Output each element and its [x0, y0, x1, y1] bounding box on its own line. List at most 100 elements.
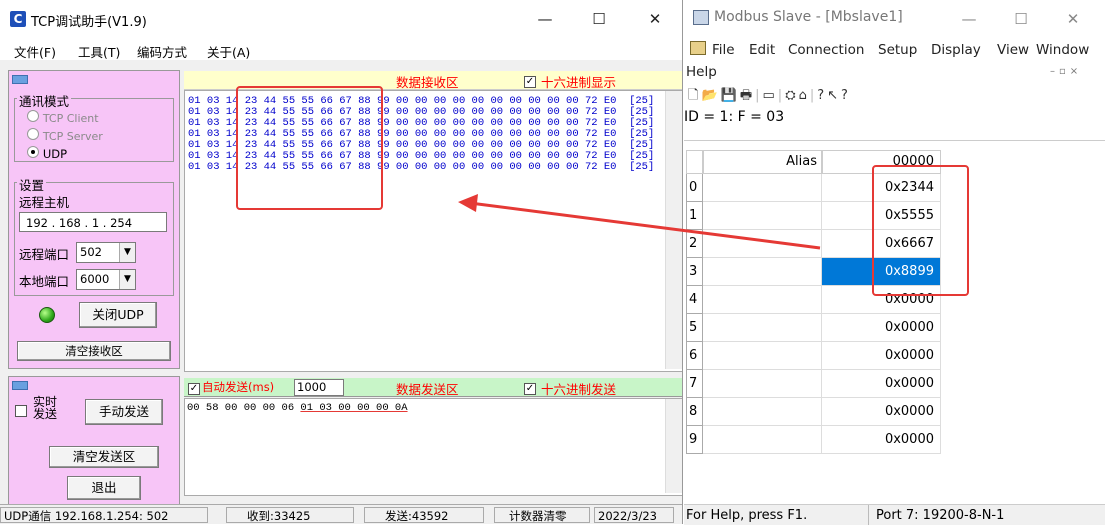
radio-udp[interactable]: UDP: [27, 146, 67, 161]
comm-mode-title: 通讯模式: [17, 91, 72, 110]
radio-tcp-client[interactable]: TCP Client: [27, 110, 99, 125]
status-led-icon: [39, 307, 55, 323]
close-button[interactable]: ✕: [632, 6, 678, 32]
menu-file[interactable]: File: [712, 42, 735, 58]
radio-selected-icon: [27, 146, 39, 158]
send-textarea[interactable]: 00 58 00 00 00 06 01 03 00 00 00 0A: [184, 398, 682, 496]
remote-port-select[interactable]: 502 ▼: [76, 242, 136, 263]
status-bar: For Help, press F1. Port 7: 19200-8-N-1: [684, 504, 1105, 525]
document-icon: [690, 41, 706, 55]
alias-cell[interactable]: [703, 398, 822, 426]
realtime-send-checkbox[interactable]: [15, 405, 27, 420]
remote-host-label: 远程主机: [19, 195, 70, 210]
auto-send-label: 自动发送(ms): [202, 380, 275, 394]
panel-grip-icon: [12, 75, 28, 84]
menu-connection[interactable]: Connection: [788, 42, 864, 58]
clear-send-button[interactable]: 清空发送区: [49, 446, 159, 468]
hex-display-checkbox[interactable]: ✓: [524, 73, 536, 88]
context-help-icon[interactable]: ↖?: [827, 88, 851, 103]
row-index: 6: [686, 342, 703, 370]
annotation-box-received: [236, 86, 383, 210]
maximize-button[interactable]: ☐: [998, 6, 1044, 32]
monitor-icon[interactable]: ⌂: [799, 88, 810, 103]
checkbox-checked-icon: ✓: [524, 383, 536, 395]
send-area-title: 数据发送区: [396, 382, 459, 397]
minimize-button[interactable]: —: [522, 6, 568, 32]
status-help: For Help, press F1.: [686, 508, 808, 523]
hex-send-checkbox[interactable]: ✓: [524, 380, 536, 395]
local-port-select[interactable]: 6000 ▼: [76, 269, 136, 290]
send-content-underlined: 01 03 00 00 00 0A: [300, 402, 408, 414]
menu-setup[interactable]: Setup: [878, 42, 917, 58]
alias-cell[interactable]: [703, 342, 822, 370]
chevron-down-icon: ▼: [119, 243, 135, 262]
register-value-cell[interactable]: 0x0000: [822, 342, 941, 370]
title-bar: Modbus Slave - [Mbslave1] — ☐ ✕: [684, 0, 1105, 36]
auto-send-checkbox[interactable]: ✓: [188, 380, 200, 395]
about-icon[interactable]: ?: [817, 88, 827, 103]
register-value-cell[interactable]: 0x0000: [822, 426, 941, 454]
alias-cell[interactable]: [703, 286, 822, 314]
print-icon[interactable]: 🖶: [740, 88, 755, 103]
clear-receive-button[interactable]: 清空接收区: [17, 341, 171, 361]
open-icon[interactable]: 📂: [701, 88, 720, 103]
window-icon[interactable]: ▭: [763, 88, 778, 103]
close-udp-button[interactable]: 关闭UDP: [79, 302, 157, 328]
alias-cell[interactable]: [703, 370, 822, 398]
app-icon: C: [10, 11, 26, 27]
row-index: 9: [686, 426, 703, 454]
menu-window[interactable]: Window: [1036, 42, 1089, 58]
menu-help[interactable]: Help: [686, 64, 717, 80]
hex-display-label: 十六进制显示: [541, 75, 617, 90]
menu-tools[interactable]: 工具(T): [78, 42, 120, 61]
send-scrollbar[interactable]: [665, 399, 682, 493]
register-value-cell[interactable]: 0x0000: [822, 398, 941, 426]
corner-cell: [686, 150, 703, 174]
close-button[interactable]: ✕: [1050, 6, 1096, 32]
alias-cell[interactable]: [703, 314, 822, 342]
send-control-panel: 实时发送 手动发送 清空发送区 退出: [8, 376, 180, 505]
checkbox-checked-icon: ✓: [188, 383, 200, 395]
status-port: Port 7: 19200-8-N-1: [876, 508, 1005, 523]
divider: [684, 140, 1105, 141]
save-icon[interactable]: 💾: [721, 88, 740, 103]
checkbox-checked-icon: ✓: [524, 76, 536, 88]
row-index: 8: [686, 398, 703, 426]
alias-cell[interactable]: [703, 258, 822, 286]
menu-about[interactable]: 关于(A): [207, 42, 250, 61]
left-control-panel: 通讯模式 TCP Client TCP Server UDP 设置 远程主机 1…: [8, 70, 180, 369]
register-value-cell[interactable]: 0x0000: [822, 314, 941, 342]
menu-edit[interactable]: Edit: [749, 42, 775, 58]
menu-file[interactable]: 文件(F): [14, 42, 56, 61]
manual-send-button[interactable]: 手动发送: [85, 399, 163, 425]
tcp-debug-window: C TCP调试助手(V1.9) — ☐ ✕ 文件(F) 工具(T) 编码方式 关…: [0, 0, 683, 524]
remote-host-input[interactable]: 192 . 168 . 1 . 254: [19, 212, 167, 232]
reset-counter-button[interactable]: 计数器清零: [494, 507, 590, 523]
row-index: 4: [686, 286, 703, 314]
connect-icon[interactable]: ⛭: [785, 88, 798, 103]
slave-id-line: ID = 1: F = 03: [684, 109, 785, 125]
radio-tcp-server[interactable]: TCP Server: [27, 128, 103, 143]
menu-display[interactable]: Display: [931, 42, 981, 58]
new-icon[interactable]: 🗋: [688, 88, 701, 103]
title-bar: C TCP调试助手(V1.9) — ☐ ✕: [0, 0, 682, 38]
register-value-cell[interactable]: 0x0000: [822, 370, 941, 398]
radio-icon: [27, 128, 39, 140]
row-index: 7: [686, 370, 703, 398]
window-title: TCP调试助手(V1.9): [31, 15, 147, 30]
maximize-button[interactable]: ☐: [576, 6, 622, 32]
send-header: ✓ 自动发送(ms) 1000 数据发送区 ✓ 十六进制发送: [184, 378, 682, 397]
row-index: 5: [686, 314, 703, 342]
menu-view[interactable]: View: [997, 42, 1029, 58]
alias-cell[interactable]: [703, 426, 822, 454]
remote-port-label: 远程端口: [19, 247, 70, 262]
mdi-controls[interactable]: –▫×: [1050, 66, 1082, 77]
status-sent: 发送:43592: [364, 507, 484, 523]
realtime-send-label: 实时发送: [33, 395, 58, 421]
minimize-button[interactable]: —: [946, 6, 992, 32]
menu-encoding[interactable]: 编码方式: [137, 42, 187, 61]
local-port-label: 本地端口: [19, 274, 70, 289]
chevron-down-icon: ▼: [119, 270, 135, 289]
auto-send-interval-input[interactable]: 1000: [294, 379, 344, 396]
exit-button[interactable]: 退出: [67, 476, 141, 500]
